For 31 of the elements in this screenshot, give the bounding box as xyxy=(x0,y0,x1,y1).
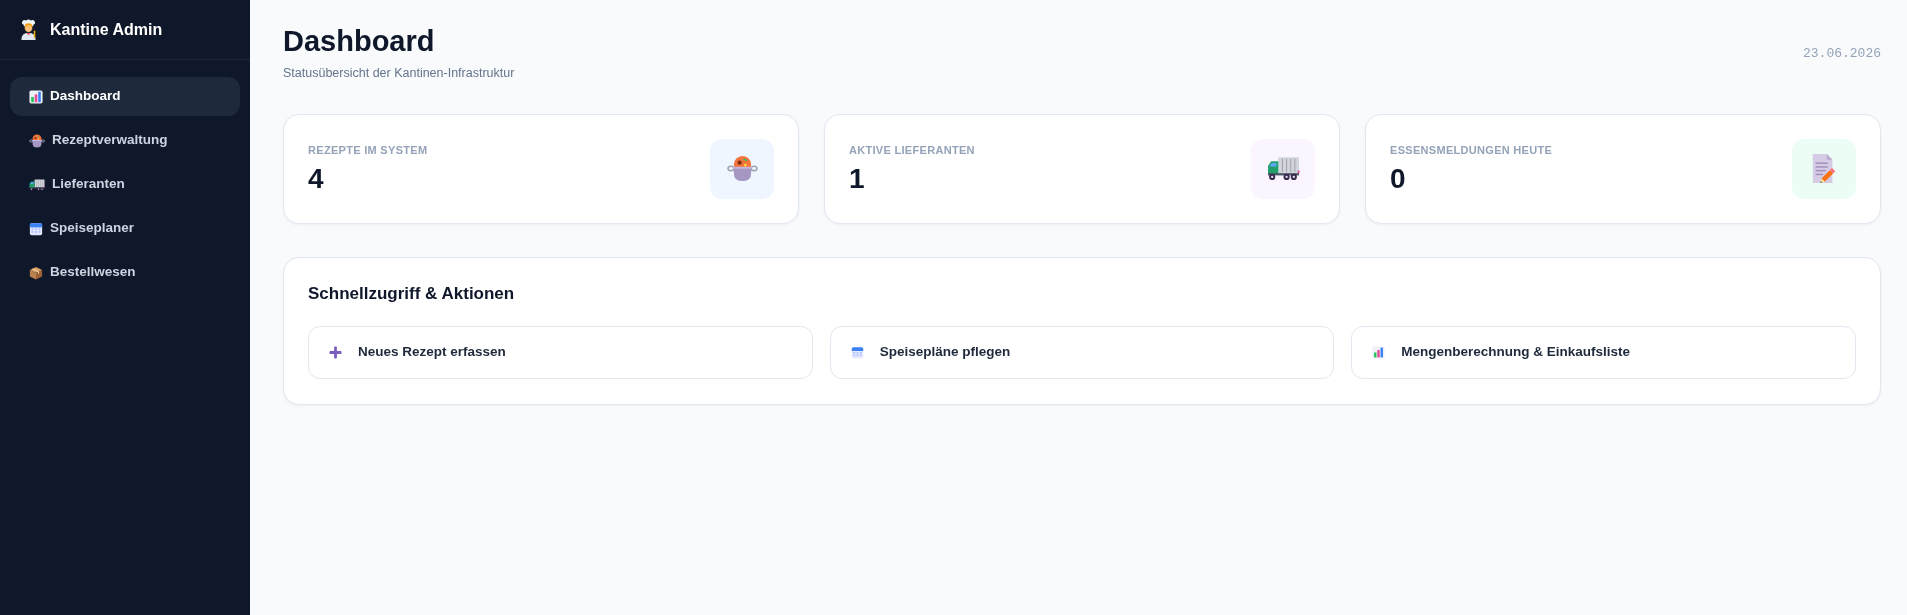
memo-pencil-icon xyxy=(1792,138,1856,199)
plus-icon xyxy=(329,345,342,359)
stat-value: 4 xyxy=(308,164,325,196)
bar-chart-icon xyxy=(1372,345,1386,359)
stat-label: AKTIVE LIEFERANTEN xyxy=(849,142,975,158)
pot-icon xyxy=(710,138,774,199)
page-subtitle: Statusübersicht der Kantinen-Infrastruktur xyxy=(283,64,515,82)
nav-item[interactable]: Speiseplaner xyxy=(10,209,240,248)
quick-action-button[interactable]: Speisepläne pflegen xyxy=(829,325,1335,379)
section-title: Schnellzugriff & Aktionen xyxy=(308,282,516,305)
stat-value: 0 xyxy=(1390,164,1407,196)
calendar-icon xyxy=(850,345,864,359)
nav-item[interactable]: Lieferanten xyxy=(10,165,240,204)
calendar-icon xyxy=(29,221,43,236)
truck-icon xyxy=(1251,138,1315,199)
stat-value: 1 xyxy=(849,164,866,196)
chef-icon xyxy=(20,19,37,40)
box-icon xyxy=(29,265,43,280)
stat-label: REZEPTE IM SYSTEM xyxy=(308,142,428,158)
brand-name: Kantine Admin xyxy=(50,19,163,40)
quick-action-button[interactable]: Mengenberechnung & Einkaufsliste xyxy=(1351,325,1856,379)
date-text: 23.06.2026 xyxy=(1803,44,1881,63)
quick-action-button[interactable]: Neues Rezept erfassen xyxy=(308,325,813,379)
truck-icon xyxy=(29,178,45,191)
bar-chart-icon xyxy=(29,89,43,104)
nav-item[interactable]: Dashboard xyxy=(10,77,240,116)
stat-label: ESSENSMELDUNGEN HEUTE xyxy=(1390,142,1553,158)
pot-icon xyxy=(29,133,45,148)
nav-item[interactable]: Rezeptverwaltung xyxy=(10,121,240,160)
page-title: Dashboard xyxy=(283,24,436,59)
nav-item[interactable]: Bestellwesen xyxy=(10,253,240,292)
